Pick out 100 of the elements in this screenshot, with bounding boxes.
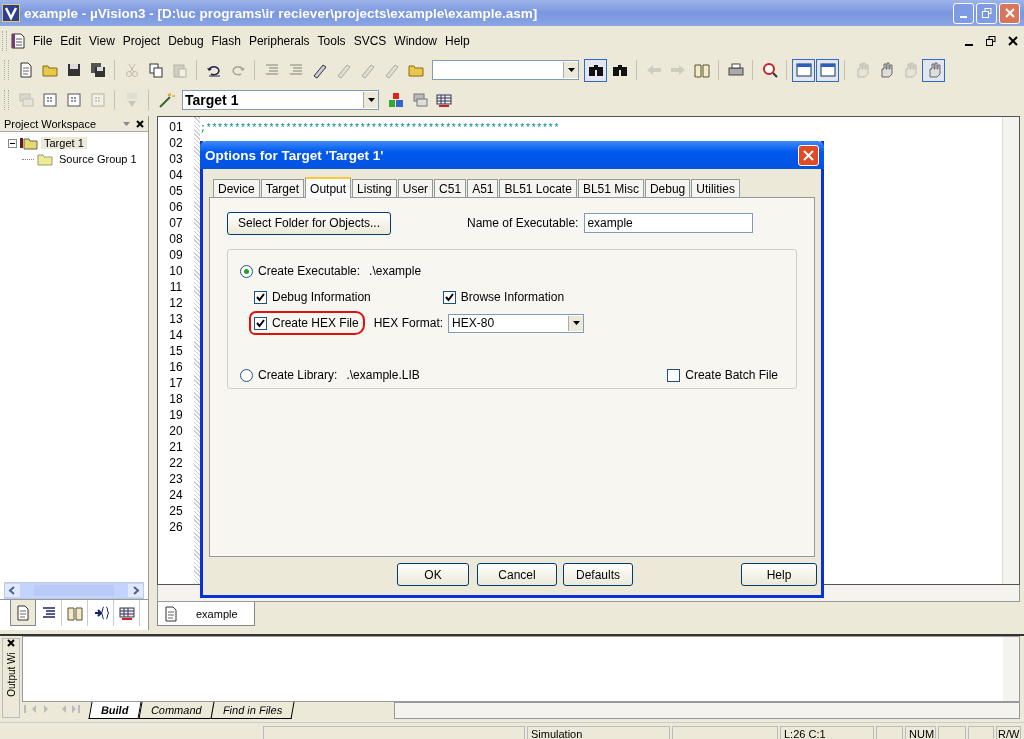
dropdown-arrow-icon[interactable]	[123, 121, 130, 126]
toolbar-grip[interactable]	[4, 60, 9, 80]
code-line: ;**************************************************************	[200, 123, 560, 134]
line-number: 24	[169, 487, 183, 503]
close-icon	[803, 149, 814, 161]
checkbox[interactable]	[254, 290, 267, 304]
dialog-tab[interactable]: Listing	[352, 179, 397, 197]
restore-icon	[981, 8, 992, 18]
menu-item[interactable]: Debug	[164, 33, 208, 48]
hand-icon[interactable]	[922, 58, 945, 82]
radio-label: Create Library:	[258, 368, 338, 382]
app-logo	[2, 4, 20, 22]
dialog-tab[interactable]: A51	[467, 179, 499, 197]
menu-item[interactable]: Peripherals	[244, 33, 314, 48]
checkbox[interactable]	[667, 368, 681, 382]
line-number: 25	[169, 503, 183, 519]
line-number: 21	[169, 439, 183, 455]
dialog-tab[interactable]: BL51 Locate	[499, 179, 577, 197]
input-field[interactable]: example	[584, 213, 754, 233]
file-icon[interactable]	[10, 600, 36, 626]
vertical-scrollbar[interactable]	[1002, 117, 1019, 584]
dialog-tab[interactable]: BL51 Misc	[577, 179, 644, 197]
menu-item[interactable]: Tools	[313, 33, 350, 48]
collapse-toggle[interactable]	[8, 138, 17, 148]
panel-title: Project Workspace	[4, 117, 97, 130]
horizontal-scrollbar[interactable]	[393, 702, 1020, 719]
checkbox[interactable]	[442, 290, 456, 304]
menu-item[interactable]: File	[29, 33, 57, 48]
radio-label: Create Executable:	[258, 264, 361, 278]
checkbox[interactable]	[254, 316, 267, 330]
close-icon[interactable]	[136, 119, 144, 128]
line-number: 08	[169, 231, 183, 247]
panel-tab[interactable]: Command	[138, 702, 214, 719]
find-combo[interactable]	[432, 60, 579, 80]
file-tab[interactable]: example	[157, 602, 255, 626]
select-folder-button[interactable]: Select Folder for Objects...	[227, 211, 391, 235]
menu-item[interactable]: Help	[441, 33, 474, 48]
line-number: 05	[169, 183, 183, 199]
dropdown-arrow-icon	[567, 68, 575, 72]
line-number: 12	[169, 295, 183, 311]
line-number: 15	[169, 343, 183, 359]
line-number: 10	[169, 263, 183, 279]
line-number: 26	[169, 519, 183, 535]
horizontal-scrollbar[interactable]	[4, 582, 144, 599]
line-number: 01	[169, 119, 183, 135]
line-number: 11	[169, 279, 183, 295]
menu-item[interactable]: Edit	[56, 33, 86, 48]
dialog-tab[interactable]: Output	[305, 177, 352, 198]
line-number: 14	[169, 327, 183, 343]
dialog-button[interactable]: OK	[397, 563, 469, 586]
target-dropdown[interactable]: Target 1	[182, 90, 379, 110]
dialog-button[interactable]: Help	[741, 563, 817, 586]
checkbox-label: Create HEX File	[272, 316, 359, 330]
hex-format-dropdown[interactable]: HEX-80	[448, 313, 585, 333]
dialog-tab[interactable]: Target	[260, 179, 305, 197]
menu-item[interactable]: Flash	[207, 33, 245, 48]
minimize-icon	[960, 15, 967, 18]
close-icon[interactable]	[7, 639, 15, 647]
menu-item[interactable]: SVCS	[349, 33, 391, 48]
toolbar-grip[interactable]	[4, 90, 9, 110]
window-icon[interactable]	[816, 58, 839, 82]
menu-item[interactable]: View	[85, 33, 119, 48]
dialog-tab[interactable]: Device	[213, 179, 260, 197]
path-text: .\example	[369, 264, 422, 278]
restore-icon	[986, 35, 996, 46]
panel-tab[interactable]: Find in Files	[210, 702, 296, 719]
binoculars-icon[interactable]	[584, 58, 607, 82]
line-number: 06	[169, 199, 183, 215]
line-number: 13	[169, 311, 183, 327]
vertical-scrollbar[interactable]	[1003, 637, 1019, 701]
status-cell	[968, 725, 994, 739]
file-icon	[162, 604, 180, 623]
dialog-tab[interactable]: Utilities	[691, 179, 740, 197]
dialog-tab[interactable]: User	[397, 179, 434, 197]
checkbox-label: Debug Information	[272, 290, 371, 304]
line-number: 22	[169, 455, 183, 471]
window-icon[interactable]	[792, 58, 815, 82]
menu-item[interactable]: Window	[390, 33, 441, 48]
close-icon	[1008, 35, 1018, 46]
line-number: 03	[169, 151, 183, 167]
line-number: 19	[169, 407, 183, 423]
radio-button[interactable]	[240, 368, 253, 382]
tree-item[interactable]: Target 1	[41, 137, 87, 149]
checkbox-label: Create Batch File	[685, 368, 778, 382]
dialog-tab[interactable]: C51	[434, 179, 467, 197]
dropdown-arrow-icon	[367, 98, 375, 102]
radio-button[interactable]	[240, 264, 253, 278]
line-number: 20	[169, 423, 183, 439]
panel-tab[interactable]: Build	[88, 702, 141, 719]
line-number: 09	[169, 247, 183, 263]
line-number: 04	[169, 167, 183, 183]
dialog-title: Options for Target 'Target 1'	[205, 147, 384, 163]
dialog-button[interactable]: Defaults	[563, 563, 633, 586]
dialog-tab[interactable]: Debug	[644, 179, 691, 197]
close-icon	[1004, 8, 1015, 18]
path-text: .\example.LIB	[346, 368, 420, 382]
dialog-button[interactable]: Cancel	[477, 563, 557, 586]
menu-item[interactable]: Project	[118, 33, 165, 48]
tree-item[interactable]: Source Group 1	[56, 153, 140, 165]
menu-grip[interactable]	[2, 30, 7, 51]
